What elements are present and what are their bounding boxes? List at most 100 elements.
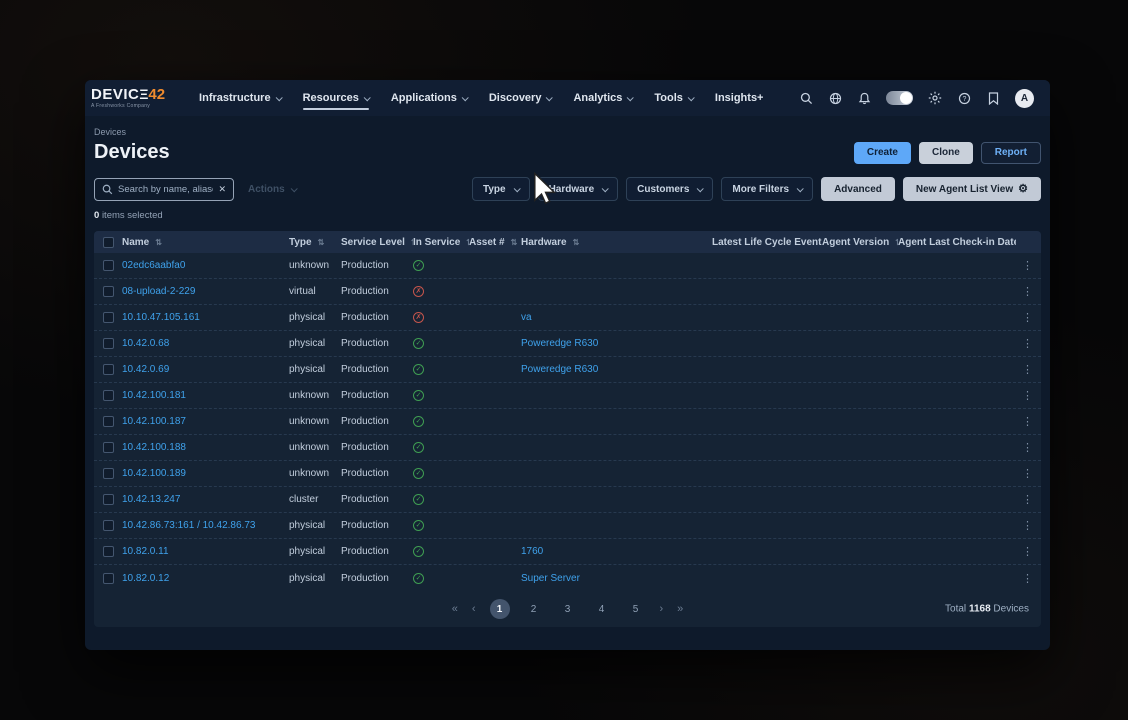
column-header-type[interactable]: Type⇅ — [289, 237, 341, 248]
column-header-agent-version[interactable]: Agent Version⇅ — [822, 237, 898, 248]
row-checkbox[interactable] — [103, 520, 114, 531]
clone-button[interactable]: Clone — [919, 142, 973, 164]
table-row[interactable]: 10.42.100.188unknownProduction✓⋮ — [94, 435, 1041, 461]
device-name-link[interactable]: 10.42.86.73:161 / 10.42.86.73 — [122, 520, 255, 531]
search-icon[interactable] — [799, 91, 813, 105]
column-header-asset-[interactable]: Asset #⇅ — [469, 237, 521, 248]
prev-page-button[interactable]: ‹ — [472, 603, 476, 615]
hardware-link[interactable]: Super Server — [521, 573, 580, 584]
kebab-menu-icon[interactable]: ⋮ — [1022, 441, 1033, 454]
page-button-2[interactable]: 2 — [524, 599, 544, 619]
column-header-latest-life-cycle-event[interactable]: Latest Life Cycle Event — [712, 237, 822, 248]
column-header-agent-last-check-in-date[interactable]: Agent Last Check-in Date⇅ — [898, 237, 1016, 248]
next-page-button[interactable]: › — [660, 603, 664, 615]
table-row[interactable]: 10.42.100.187unknownProduction✓⋮ — [94, 409, 1041, 435]
row-checkbox[interactable] — [103, 546, 114, 557]
row-checkbox[interactable] — [103, 416, 114, 427]
page-button-5[interactable]: 5 — [626, 599, 646, 619]
kebab-menu-icon[interactable]: ⋮ — [1022, 363, 1033, 376]
kebab-menu-icon[interactable]: ⋮ — [1022, 285, 1033, 298]
select-all-checkbox[interactable] — [103, 237, 114, 248]
report-button[interactable]: Report — [981, 142, 1041, 164]
breadcrumb[interactable]: Devices — [94, 127, 1041, 137]
table-row[interactable]: 10.82.0.12physicalProduction✓Super Serve… — [94, 565, 1041, 591]
page-button-3[interactable]: 3 — [558, 599, 578, 619]
search-input[interactable] — [118, 184, 213, 195]
table-row[interactable]: 10.42.13.247clusterProduction✓⋮ — [94, 487, 1041, 513]
page-button-1[interactable]: 1 — [490, 599, 510, 619]
device-name-link[interactable]: 10.42.13.247 — [122, 494, 180, 505]
row-checkbox[interactable] — [103, 338, 114, 349]
nav-item-discovery[interactable]: Discovery — [489, 82, 552, 114]
table-row[interactable]: 02edc6aabfa0unknownProduction✓⋮ — [94, 253, 1041, 279]
nav-item-insights-[interactable]: Insights+ — [715, 82, 764, 114]
hardware-link[interactable]: 1760 — [521, 546, 543, 557]
device-name-link[interactable]: 10.10.47.105.161 — [122, 312, 200, 323]
row-checkbox[interactable] — [103, 260, 114, 271]
column-header-service-level[interactable]: Service Level⇅ — [341, 237, 413, 248]
row-checkbox[interactable] — [103, 312, 114, 323]
filter-customers[interactable]: Customers — [626, 177, 713, 201]
filter-more-filters[interactable]: More Filters — [721, 177, 813, 201]
row-checkbox[interactable] — [103, 390, 114, 401]
row-checkbox[interactable] — [103, 286, 114, 297]
first-page-button[interactable]: « — [452, 603, 458, 615]
row-checkbox[interactable] — [103, 442, 114, 453]
help-icon[interactable]: ? — [957, 91, 971, 105]
device42-logo[interactable]: DEVICΞ42 A Freshworks Company — [91, 87, 165, 109]
nav-item-infrastructure[interactable]: Infrastructure — [199, 82, 281, 114]
new-agent-list-view-button[interactable]: New Agent List View ⚙ — [903, 177, 1041, 201]
nav-item-analytics[interactable]: Analytics — [573, 82, 632, 114]
table-row[interactable]: 10.82.0.11physicalProduction✓1760⋮ — [94, 539, 1041, 565]
nav-item-applications[interactable]: Applications — [391, 82, 467, 114]
kebab-menu-icon[interactable]: ⋮ — [1022, 337, 1033, 350]
device-name-link[interactable]: 08-upload-2-229 — [122, 286, 195, 297]
sort-icon[interactable]: ⇅ — [511, 238, 518, 247]
table-row[interactable]: 10.42.100.181unknownProduction✓⋮ — [94, 383, 1041, 409]
sort-icon[interactable]: ⇅ — [318, 238, 325, 247]
search-box[interactable]: ✕ — [94, 178, 234, 201]
device-name-link[interactable]: 10.42.100.189 — [122, 468, 186, 479]
gear-icon[interactable] — [928, 91, 942, 105]
device-name-link[interactable]: 10.82.0.11 — [122, 546, 169, 557]
kebab-menu-icon[interactable]: ⋮ — [1022, 389, 1033, 402]
table-row[interactable]: 10.42.100.189unknownProduction✓⋮ — [94, 461, 1041, 487]
theme-toggle[interactable] — [886, 91, 913, 105]
page-button-4[interactable]: 4 — [592, 599, 612, 619]
device-name-link[interactable]: 02edc6aabfa0 — [122, 260, 185, 271]
device-name-link[interactable]: 10.42.0.69 — [122, 364, 169, 375]
device-name-link[interactable]: 10.42.100.181 — [122, 390, 186, 401]
bookmark-icon[interactable] — [986, 91, 1000, 105]
row-checkbox[interactable] — [103, 494, 114, 505]
kebab-menu-icon[interactable]: ⋮ — [1022, 572, 1033, 585]
hardware-link[interactable]: va — [521, 312, 532, 323]
table-row[interactable]: 10.10.47.105.161physicalProduction✗va⋮ — [94, 305, 1041, 331]
table-row[interactable]: 10.42.0.69physicalProduction✓Poweredge R… — [94, 357, 1041, 383]
actions-dropdown[interactable]: Actions — [248, 184, 296, 195]
column-header-hardware[interactable]: Hardware⇅ — [521, 237, 712, 248]
sort-icon[interactable]: ⇅ — [573, 238, 580, 247]
sort-icon[interactable]: ⇅ — [155, 238, 162, 247]
device-name-link[interactable]: 10.42.0.68 — [122, 338, 169, 349]
advanced-button[interactable]: Advanced — [821, 177, 895, 201]
table-row[interactable]: 10.42.86.73:161 / 10.42.86.73physicalPro… — [94, 513, 1041, 539]
row-checkbox[interactable] — [103, 364, 114, 375]
kebab-menu-icon[interactable]: ⋮ — [1022, 415, 1033, 428]
hardware-link[interactable]: Poweredge R630 — [521, 338, 598, 349]
column-header-name[interactable]: Name⇅ — [122, 237, 289, 248]
nav-item-resources[interactable]: Resources — [303, 82, 369, 114]
kebab-menu-icon[interactable]: ⋮ — [1022, 259, 1033, 272]
kebab-menu-icon[interactable]: ⋮ — [1022, 545, 1033, 558]
table-row[interactable]: 08-upload-2-229virtualProduction✗⋮ — [94, 279, 1041, 305]
kebab-menu-icon[interactable]: ⋮ — [1022, 493, 1033, 506]
create-button[interactable]: Create — [854, 142, 911, 164]
kebab-menu-icon[interactable]: ⋮ — [1022, 311, 1033, 324]
clear-search-icon[interactable]: ✕ — [218, 184, 226, 195]
bell-icon[interactable] — [857, 91, 871, 105]
filter-hardware[interactable]: Hardware — [538, 177, 619, 201]
globe-icon[interactable] — [828, 91, 842, 105]
column-header-in-service[interactable]: In Service⇅ — [413, 237, 469, 248]
row-checkbox[interactable] — [103, 573, 114, 584]
kebab-menu-icon[interactable]: ⋮ — [1022, 467, 1033, 480]
last-page-button[interactable]: » — [677, 603, 683, 615]
